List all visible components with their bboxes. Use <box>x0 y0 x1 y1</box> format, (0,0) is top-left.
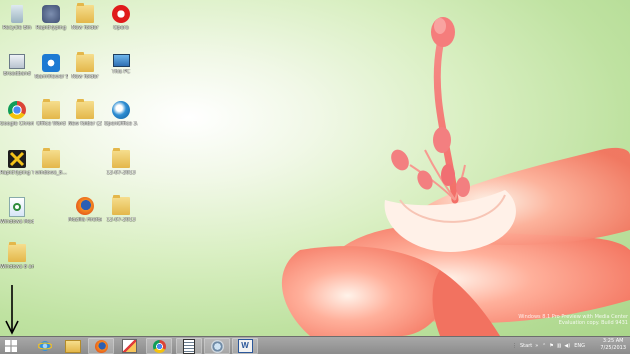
start-button[interactable] <box>0 338 22 354</box>
document-icon <box>183 338 195 354</box>
desktop-icon-12-07-2013-b[interactable]: 12-07-2013 <box>104 195 138 223</box>
taskbar-document[interactable] <box>176 338 202 354</box>
taskbar-internet-explorer[interactable] <box>32 338 58 354</box>
chrome-icon <box>8 101 26 119</box>
teamviewer-icon <box>42 54 60 72</box>
desktop-icon-mozilla-firefox[interactable]: Mozilla Firefox <box>68 197 102 223</box>
desktop-icon-windows-8-folder[interactable]: windows_8... <box>34 148 68 176</box>
desktop-icon-google-chrome[interactable]: Google Chrome <box>0 101 34 127</box>
volume-icon[interactable]: ◀) <box>564 343 570 349</box>
word-file-icon <box>42 99 60 119</box>
desktop[interactable]: Recycle Bin RapidTyping New folder Opera… <box>0 0 630 336</box>
folder-icon <box>76 52 94 72</box>
rapidtyping-tutor-icon <box>8 150 26 168</box>
desktop-icon-recycle-bin[interactable]: Recycle Bin <box>0 5 34 31</box>
paint-icon <box>121 339 137 353</box>
folder-icon <box>112 148 130 168</box>
taskbar-firefox[interactable] <box>88 338 114 354</box>
desktop-icon-rapidtyping[interactable]: RapidTyping <box>34 5 68 31</box>
action-center-flag-icon[interactable]: ⚑ <box>549 343 553 349</box>
folder-icon <box>42 148 60 168</box>
desktop-icon-opera[interactable]: Opera <box>104 5 138 31</box>
folder-icon <box>8 242 26 262</box>
taskbar-file-explorer[interactable] <box>60 338 86 354</box>
desktop-icon-this-pc[interactable]: This PC <box>104 54 138 75</box>
taskbar-network[interactable] <box>204 338 230 354</box>
opera-icon <box>112 5 130 23</box>
openoffice-icon <box>112 101 130 119</box>
folder-icon <box>76 99 94 119</box>
desktop-icon-new-folder[interactable]: New folder <box>68 3 102 31</box>
wallpaper-flower <box>281 17 630 336</box>
toolbar-start-label[interactable]: Start <box>520 343 532 349</box>
clock-time: 3:25 AM <box>602 338 624 344</box>
file-explorer-icon <box>65 339 81 353</box>
desktop-icon-teamviewer[interactable]: TeamViewer 9 <box>34 54 68 80</box>
windows-logo-icon <box>5 340 17 352</box>
taskbar-toolbar[interactable]: ⋮ Start » <box>512 337 538 354</box>
folder-icon <box>112 195 130 215</box>
folder-icon <box>76 3 94 23</box>
ie-icon <box>38 341 52 351</box>
evaluation-watermark: Windows 8.1 Pro Preview with Media Cente… <box>518 314 628 326</box>
broadband-icon <box>9 54 25 69</box>
taskbar-paint[interactable] <box>116 338 142 354</box>
firefox-icon <box>94 339 108 353</box>
taskbar-microsoft-word[interactable]: W <box>232 338 258 354</box>
desktop-icon-12-07-2013[interactable]: 12-07-2013 <box>104 148 138 176</box>
firefox-icon <box>76 197 94 215</box>
desktop-icon-windows-media-center[interactable]: Windows Media Cent... <box>0 197 34 225</box>
system-tray[interactable]: ⌃ ⚑ ▥ ◀) ENG <box>542 337 585 354</box>
recycle-bin-icon <box>11 5 23 23</box>
media-center-icon <box>9 197 25 217</box>
language-indicator[interactable]: ENG <box>574 343 585 349</box>
desktop-icon-openoffice[interactable]: OpenOffice 3.4.0 <box>104 101 138 127</box>
toolbar-grip: ⋮ <box>512 342 517 349</box>
chrome-icon <box>152 339 166 353</box>
desktop-icon-windows-8-wallpapers[interactable]: Windows 8 and wallp... <box>0 242 34 270</box>
show-hidden-icons-chevron-icon[interactable]: ⌃ <box>542 343 546 349</box>
desktop-icon-rapidtyping-tutor[interactable]: RapidTyping Tutor <box>0 150 34 176</box>
desktop-icon-broadband[interactable]: Broadband <box>0 54 34 77</box>
computer-icon <box>112 54 130 67</box>
word-icon: W <box>237 339 253 353</box>
down-arrow-annotation <box>5 285 19 335</box>
clock-date: 7/25/2013 <box>600 345 626 351</box>
clock[interactable]: 3:25 AM 7/25/2013 <box>600 338 626 352</box>
taskbar-google-chrome[interactable] <box>146 338 172 354</box>
toolbar-chevron-icon[interactable]: » <box>535 343 538 349</box>
taskbar[interactable]: W ⋮ Start » ⌃ ⚑ ▥ ◀) ENG 3:25 AM 7/25/20… <box>0 336 630 354</box>
desktop-icon-office-word[interactable]: Office Word <box>34 99 68 127</box>
network-tray-icon[interactable]: ▥ <box>557 343 562 349</box>
desktop-icon-new-folder-3[interactable]: New folder (2) <box>68 99 102 127</box>
network-icon <box>210 339 224 353</box>
desktop-icon-new-folder-2[interactable]: New folder <box>68 52 102 80</box>
rapidtyping-icon <box>42 5 60 23</box>
